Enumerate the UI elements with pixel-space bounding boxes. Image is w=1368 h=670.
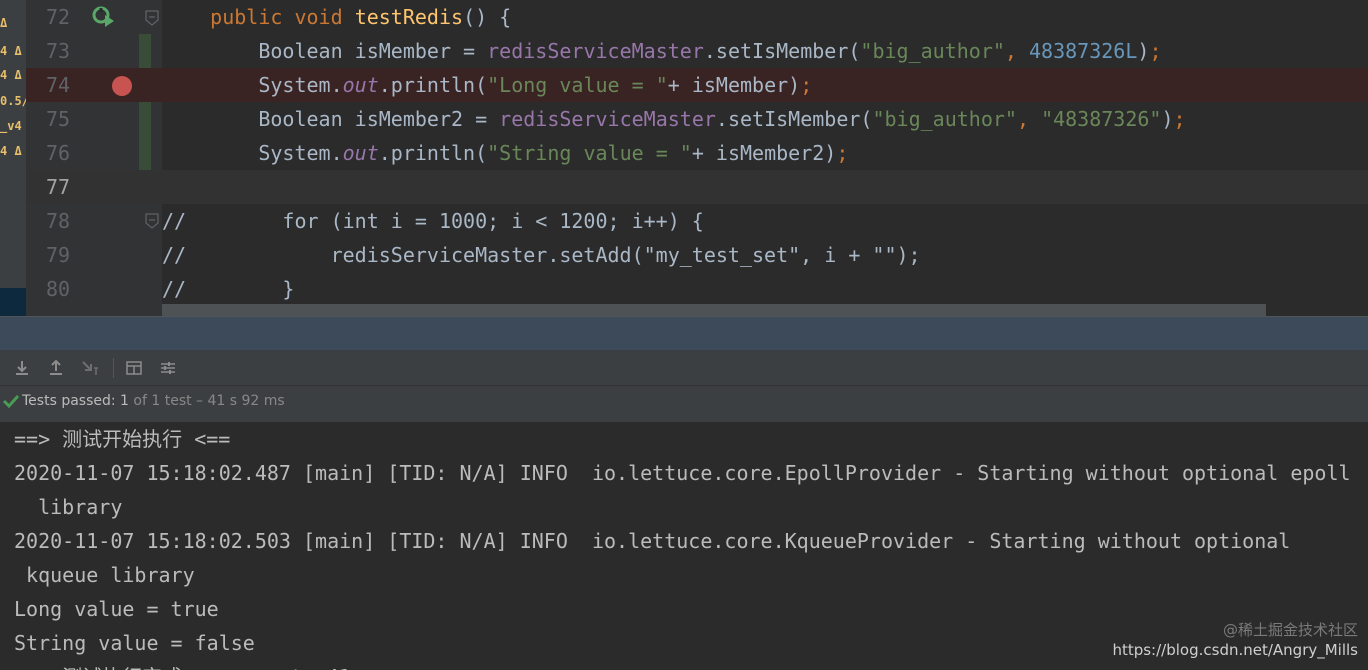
sort-icon <box>82 361 98 375</box>
line-number: 77 <box>46 175 71 199</box>
layout-button[interactable] <box>124 358 144 378</box>
code-line[interactable]: 73 Boolean isMember = redisServiceMaster… <box>26 34 1368 68</box>
code-line-breakpoint[interactable]: 74 System.out.println("Long value = "+ i… <box>26 68 1368 102</box>
console-line: 2020-11-07 15:18:02.487 [main] [TID: N/A… <box>14 461 1351 485</box>
code-comment: // for (int i = 1000; i < 1200; i++) { <box>162 209 704 233</box>
project-tree-item[interactable]: 4 Δ <box>0 64 26 86</box>
project-tree-item[interactable]: 4 Δ <box>0 140 26 162</box>
settings-button[interactable] <box>158 358 178 378</box>
watermark-url: https://blog.csdn.net/Angry_Mills <box>1112 641 1358 659</box>
line-number: 80 <box>46 277 71 301</box>
layout-icon <box>126 361 142 375</box>
code-line[interactable]: 80 // } <box>26 272 1368 306</box>
breakpoint-icon[interactable] <box>112 76 132 96</box>
upload-icon <box>50 359 62 375</box>
console-line: library <box>14 495 123 519</box>
line-number: 72 <box>46 5 71 29</box>
code-text: Boolean isMember = redisServiceMaster.se… <box>258 39 1162 63</box>
check-icon <box>2 394 20 409</box>
toolbar-separator <box>113 358 114 378</box>
line-number: 78 <box>46 209 71 233</box>
run-toolbar <box>0 350 1368 386</box>
code-line-current[interactable]: 77 <box>26 170 1368 204</box>
code-line[interactable]: 79 // redisServiceMaster.setAdd("my_test… <box>26 238 1368 272</box>
watermark: @稀土掘金技术社区 https://blog.csdn.net/Angry_Mi… <box>1112 620 1358 660</box>
code-comment: // } <box>162 277 295 301</box>
code-comment: // redisServiceMaster.setAdd("my_test_se… <box>162 243 921 267</box>
console-line: kqueue library <box>14 563 195 587</box>
run-test-icon[interactable] <box>92 6 116 28</box>
console-line: ==> 测试执行完成 <== cost: 41s <box>14 660 363 670</box>
line-number: 73 <box>46 39 71 63</box>
console-output[interactable]: ==> 测试开始执行 <== 2020-11-07 15:18:02.487 [… <box>0 422 1368 670</box>
code-line[interactable]: 75 Boolean isMember2 = redisServiceMaste… <box>26 102 1368 136</box>
line-number: 75 <box>46 107 71 131</box>
code-editor[interactable]: Δ 4 Δ 4 Δ 0.5/ _v4 4 Δ 72 public void te… <box>0 0 1368 316</box>
project-tree-strip[interactable]: Δ 4 Δ 4 Δ 0.5/ _v4 4 Δ <box>0 0 26 316</box>
project-tree-selection <box>0 288 26 316</box>
fold-minus-icon[interactable] <box>145 213 159 229</box>
sort-tests-button[interactable] <box>80 358 100 378</box>
line-number: 74 <box>46 73 71 97</box>
code-text: public void testRedis() { <box>210 5 512 29</box>
project-tree-item[interactable]: Δ <box>0 12 26 34</box>
watermark-line: @稀土掘金技术社区 <box>1222 621 1358 639</box>
test-status-text: Tests passed: 1 of 1 test – 41 s 92 ms <box>22 393 285 409</box>
fold-minus-icon[interactable] <box>145 10 159 26</box>
download-icon <box>16 361 28 375</box>
code-line[interactable]: 72 public void testRedis() { <box>26 0 1368 34</box>
code-line[interactable]: 78 // for (int i = 1000; i < 1200; i++) … <box>26 204 1368 238</box>
horizontal-scrollbar[interactable] <box>162 304 1266 316</box>
console-line: 2020-11-07 15:18:02.503 [main] [TID: N/A… <box>14 529 1291 553</box>
console-line: Long value = true <box>14 597 219 621</box>
run-panel-header[interactable] <box>0 316 1368 350</box>
line-number: 79 <box>46 243 71 267</box>
line-number: 76 <box>46 141 71 165</box>
project-tree-item[interactable]: _v4 <box>0 115 26 137</box>
code-line[interactable]: 76 System.out.println("String value = "+… <box>26 136 1368 170</box>
test-status-bar: Tests passed: 1 of 1 test – 41 s 92 ms <box>0 386 1368 422</box>
project-tree-item[interactable]: 0.5/ <box>0 90 26 112</box>
export-tests-button[interactable] <box>46 358 66 378</box>
code-text: Boolean isMember2 = redisServiceMaster.s… <box>258 107 1186 131</box>
sliders-icon <box>161 362 175 374</box>
console-line: String value = false <box>14 631 255 655</box>
code-text: System.out.println("Long value = "+ isMe… <box>258 73 813 97</box>
console-line: ==> 测试开始执行 <== <box>14 427 231 451</box>
project-tree-item[interactable]: 4 Δ <box>0 40 26 62</box>
import-tests-button[interactable] <box>12 358 32 378</box>
code-text: System.out.println("String value = "+ is… <box>258 141 849 165</box>
